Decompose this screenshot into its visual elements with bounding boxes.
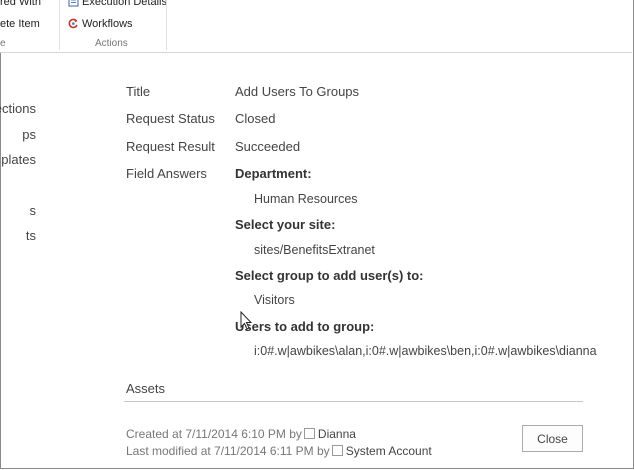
close-button[interactable]: Close [522, 425, 583, 452]
request-status-value: Closed [235, 111, 276, 126]
assets-divider [124, 401, 583, 402]
execution-details-icon [68, 0, 79, 7]
title-value: Add Users To Groups [235, 84, 360, 99]
nav-item-groups[interactable]: ps [22, 127, 36, 142]
execution-details-button[interactable]: Execution Details [68, 0, 167, 8]
created-text: Created at 7/11/2014 6:10 PM by [126, 427, 302, 441]
delete-item-label: ete Item [0, 18, 40, 30]
left-navigation: ections ps plates s ts [0, 96, 40, 256]
delete-item-button[interactable]: ete Item [0, 18, 40, 30]
nav-item-requests[interactable]: s [30, 203, 37, 218]
workflows-button[interactable]: Workflows [68, 18, 133, 30]
request-result-value: Succeeded [235, 139, 301, 154]
answer-department: Human Resources [254, 192, 358, 206]
presence-icon [331, 445, 343, 456]
workflows-icon [68, 18, 79, 29]
ribbon: red With ete Item e Execution Details Wo… [0, 0, 632, 53]
question-users: Users to add to group: [235, 319, 375, 334]
workflows-label: Workflows [82, 18, 133, 30]
modified-info: Last modified at 7/11/2014 6:11 PM by Sys… [126, 444, 432, 458]
modified-text: Last modified at 7/11/2014 6:11 PM by [126, 444, 330, 458]
created-by-link[interactable]: Dianna [318, 427, 356, 441]
title-label: Title [126, 84, 151, 99]
window-frame [0, 0, 634, 469]
mouse-cursor-icon [240, 310, 253, 335]
ribbon-group-label-manage: e [0, 38, 6, 49]
answer-users: i:0#.w|awbikes\alan,i:0#.w|awbikes\ben,i… [254, 344, 597, 358]
shared-with-button[interactable]: red With [0, 0, 41, 8]
nav-item-assets[interactable]: ts [26, 228, 36, 243]
modified-by-link[interactable]: System Account [346, 444, 432, 458]
nav-item-templates[interactable]: plates [1, 152, 36, 167]
ribbon-group-label-actions: Actions [95, 38, 128, 49]
question-department: Department: [235, 166, 312, 181]
answer-site: sites/BenefitsExtranet [254, 243, 375, 257]
request-result-label: Request Result [126, 139, 215, 154]
ribbon-divider [166, 0, 167, 50]
question-group: Select group to add user(s) to: [235, 268, 424, 283]
question-site: Select your site: [235, 217, 336, 232]
answer-group: Visitors [254, 293, 295, 307]
request-status-label: Request Status [126, 111, 215, 126]
nav-item-connections[interactable]: ections [0, 101, 36, 116]
presence-icon [303, 428, 315, 439]
ribbon-divider [59, 0, 60, 50]
created-info: Created at 7/11/2014 6:10 PM by Dianna [126, 427, 356, 441]
assets-heading: Assets [126, 381, 166, 396]
field-answers-label: Field Answers [126, 166, 207, 181]
execution-details-label: Execution Details [82, 0, 167, 8]
shared-with-label: red With [0, 0, 41, 8]
